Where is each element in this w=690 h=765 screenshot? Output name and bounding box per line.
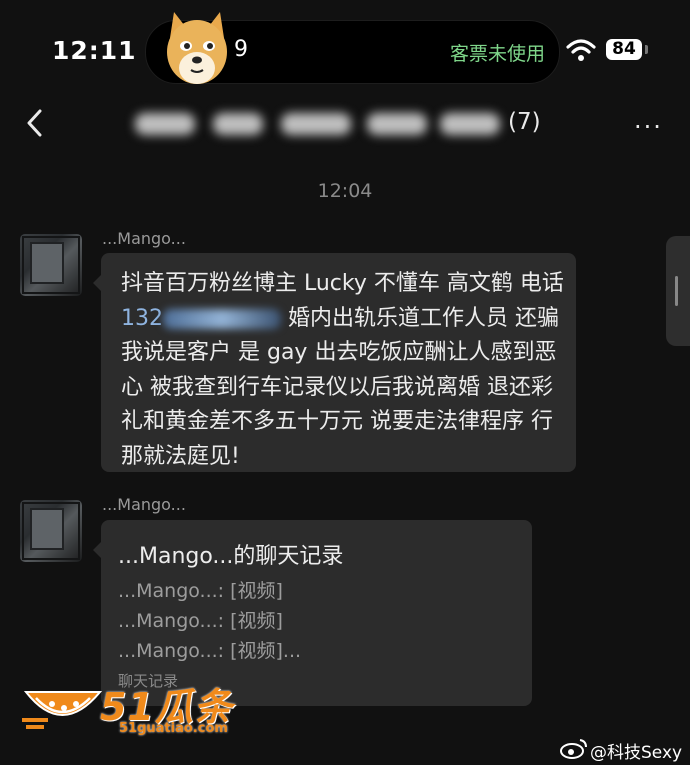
battery-level: 84 bbox=[606, 39, 642, 60]
side-drawer-handle[interactable] bbox=[666, 236, 690, 346]
member-count: (7) bbox=[508, 109, 541, 135]
redaction-blur bbox=[135, 113, 195, 135]
chat-header: (7) ··· bbox=[0, 95, 690, 155]
doge-sticker-icon bbox=[167, 12, 227, 84]
sender-name: ...Mango... bbox=[102, 495, 186, 514]
message-text-part: 婚内出轨乐道工作人员 还骗我说是客户 是 gay 出去吃饭应酬让人感到恶心 被我… bbox=[121, 305, 559, 469]
phone-number-redaction bbox=[163, 308, 281, 329]
message-text-part: 抖音百万粉丝博主 Lucky 不懂车 高文鹤 电话 bbox=[121, 271, 564, 296]
redaction-blur bbox=[440, 113, 500, 135]
redaction-blur bbox=[281, 113, 351, 135]
weibo-watermark: @科技Sexy bbox=[560, 737, 685, 763]
chat-history-line: ...Mango...: [视频] bbox=[118, 610, 283, 632]
message-text: 抖音百万粉丝博主 Lucky 不懂车 高文鹤 电话 132 婚内出轨乐道工作人员 … bbox=[121, 267, 565, 475]
weibo-handle: @科技Sexy bbox=[590, 743, 683, 763]
message-bubble[interactable]: 抖音百万粉丝博主 Lucky 不懂车 高文鹤 电话 132 婚内出轨乐道工作人员 … bbox=[93, 253, 576, 475]
battery-tip bbox=[645, 45, 648, 54]
drawer-grip bbox=[675, 276, 678, 306]
wifi-icon bbox=[566, 39, 596, 61]
avatar-frame bbox=[22, 502, 80, 560]
chat-history-line: ...Mango...: [视频]... bbox=[118, 640, 302, 662]
redaction-blur bbox=[367, 113, 427, 135]
watermelon-logo-icon bbox=[22, 691, 102, 729]
status-bar: 12:11 9 客票未使用 84 bbox=[0, 0, 690, 100]
back-chevron-icon[interactable] bbox=[20, 105, 50, 141]
chat-history-line: ...Mango...: [视频] bbox=[118, 580, 283, 602]
message-timestamp: 12:04 bbox=[317, 180, 373, 202]
sender-name: ...Mango... bbox=[102, 229, 186, 248]
island-number: 9 bbox=[234, 37, 248, 62]
island-ticket-status: 客票未使用 bbox=[449, 43, 545, 65]
more-options-button[interactable]: ··· bbox=[634, 113, 663, 141]
chat-history-title: ...Mango...的聊天记录 bbox=[118, 544, 344, 569]
group-name-redacted bbox=[135, 107, 505, 141]
weibo-logo-icon bbox=[560, 739, 587, 759]
avatar[interactable] bbox=[20, 234, 82, 296]
watermark-domain: 51guatiao.com bbox=[119, 721, 228, 736]
redaction-blur bbox=[213, 113, 263, 135]
avatar[interactable] bbox=[20, 500, 82, 562]
site-watermark: 51瓜条 51guatiao.com bbox=[22, 676, 242, 746]
status-time: 12:11 bbox=[52, 36, 137, 65]
phone-number-visible[interactable]: 132 bbox=[121, 306, 163, 331]
avatar-frame bbox=[22, 236, 80, 294]
